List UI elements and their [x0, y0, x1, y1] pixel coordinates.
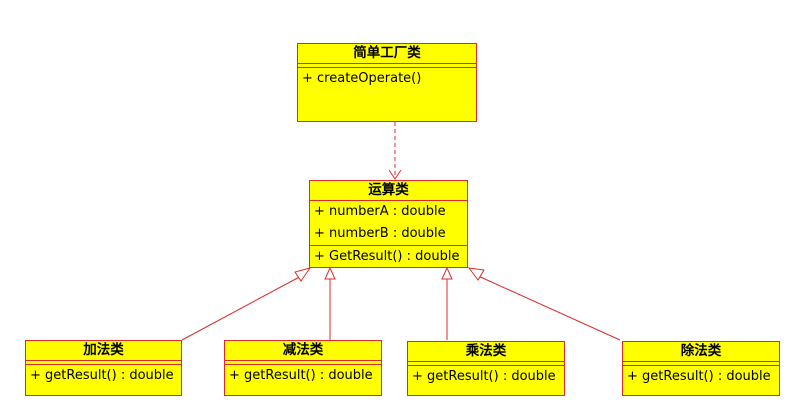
- factory-class-box[interactable]: 简单工厂类 + createOperate(): [297, 43, 477, 122]
- multiply-class-method: + getResult() : double: [412, 369, 556, 384]
- add-class-method: + getResult() : double: [30, 368, 174, 383]
- multiply-class-box[interactable]: 乘法类 + getResult() : double: [407, 341, 565, 396]
- divide-class-name: 除法类: [623, 342, 779, 362]
- operation-method: + GetResult() : double: [310, 245, 467, 268]
- operation-class-name: 运算类: [310, 181, 467, 201]
- factory-class-name: 简单工厂类: [298, 44, 476, 64]
- subtract-class-box[interactable]: 减法类 + getResult() : double: [224, 340, 382, 396]
- add-class-name: 加法类: [26, 341, 181, 361]
- inheritance-arrow-mul: [441, 266, 453, 280]
- subtract-class-name: 减法类: [225, 341, 381, 361]
- factory-method: + createOperate(): [302, 71, 422, 86]
- divide-class-box[interactable]: 除法类 + getResult() : double: [622, 341, 780, 396]
- operation-class-box[interactable]: 运算类 + numberA : double + numberB : doubl…: [309, 180, 468, 268]
- multiply-class-name: 乘法类: [408, 342, 564, 362]
- inheritance-arrow-div: [467, 267, 485, 281]
- inheritance-arrow-add: [294, 267, 312, 282]
- subtract-class-method: + getResult() : double: [229, 368, 373, 383]
- inheritance-arrow-sub: [324, 266, 336, 280]
- inheritance-line-div: [475, 274, 621, 341]
- add-class-box[interactable]: 加法类 + getResult() : double: [25, 340, 182, 396]
- operation-attribute-a: + numberA : double: [314, 204, 446, 219]
- operation-attribute-b: + numberB : double: [314, 226, 446, 241]
- divide-class-method: + getResult() : double: [627, 369, 771, 384]
- inheritance-line-add: [181, 273, 306, 341]
